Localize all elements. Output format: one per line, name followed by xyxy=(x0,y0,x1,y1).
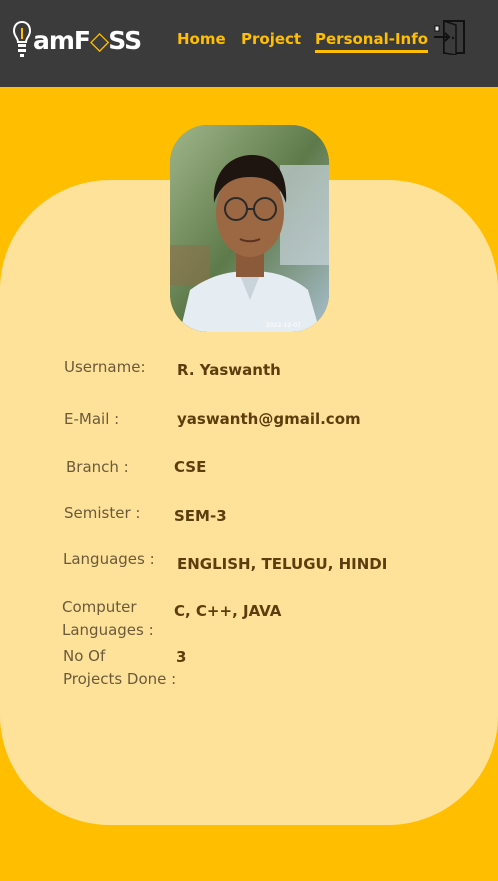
photo-timestamp: 2022-12-07 xyxy=(266,322,301,329)
email-value: yaswanth@gmail.com xyxy=(177,410,361,428)
logo-text: amF◇SS xyxy=(33,25,142,55)
computer-languages-label-line1: Computer xyxy=(62,598,137,616)
username-value: R. Yaswanth xyxy=(177,361,281,379)
username-label: Username: xyxy=(64,358,146,376)
logout-door-icon[interactable] xyxy=(434,19,468,55)
nav-project-link[interactable]: Project xyxy=(241,30,301,48)
branch-label: Branch : xyxy=(66,458,129,476)
nav-personal-info-link[interactable]: Personal-Info xyxy=(315,30,429,53)
profile-photo: 2022-12-07 xyxy=(170,125,329,332)
languages-value: ENGLISH, TELUGU, HINDI xyxy=(177,555,388,573)
computer-languages-value: C, C++, JAVA xyxy=(174,602,282,620)
semester-value: SEM-3 xyxy=(174,507,227,525)
profile-photo-image: 2022-12-07 xyxy=(170,125,329,332)
lightbulb-icon xyxy=(13,20,31,57)
computer-languages-label-line2: Languages : xyxy=(62,621,154,639)
projects-done-value: 3 xyxy=(176,648,187,666)
branch-value: CSE xyxy=(174,458,207,476)
languages-label: Languages : xyxy=(63,550,155,568)
semester-label: Semister : xyxy=(64,504,141,522)
email-label: E-Mail : xyxy=(64,410,120,428)
navbar: amF◇SS Home Project Personal-Info xyxy=(0,0,498,87)
projects-done-label-line1: No Of xyxy=(63,647,106,665)
amfoss-logo[interactable]: amF◇SS xyxy=(13,18,142,62)
projects-done-label-line2: Projects Done : xyxy=(63,670,177,688)
nav-home-link[interactable]: Home xyxy=(177,30,226,48)
logo-diamond: ◇ xyxy=(90,25,109,55)
